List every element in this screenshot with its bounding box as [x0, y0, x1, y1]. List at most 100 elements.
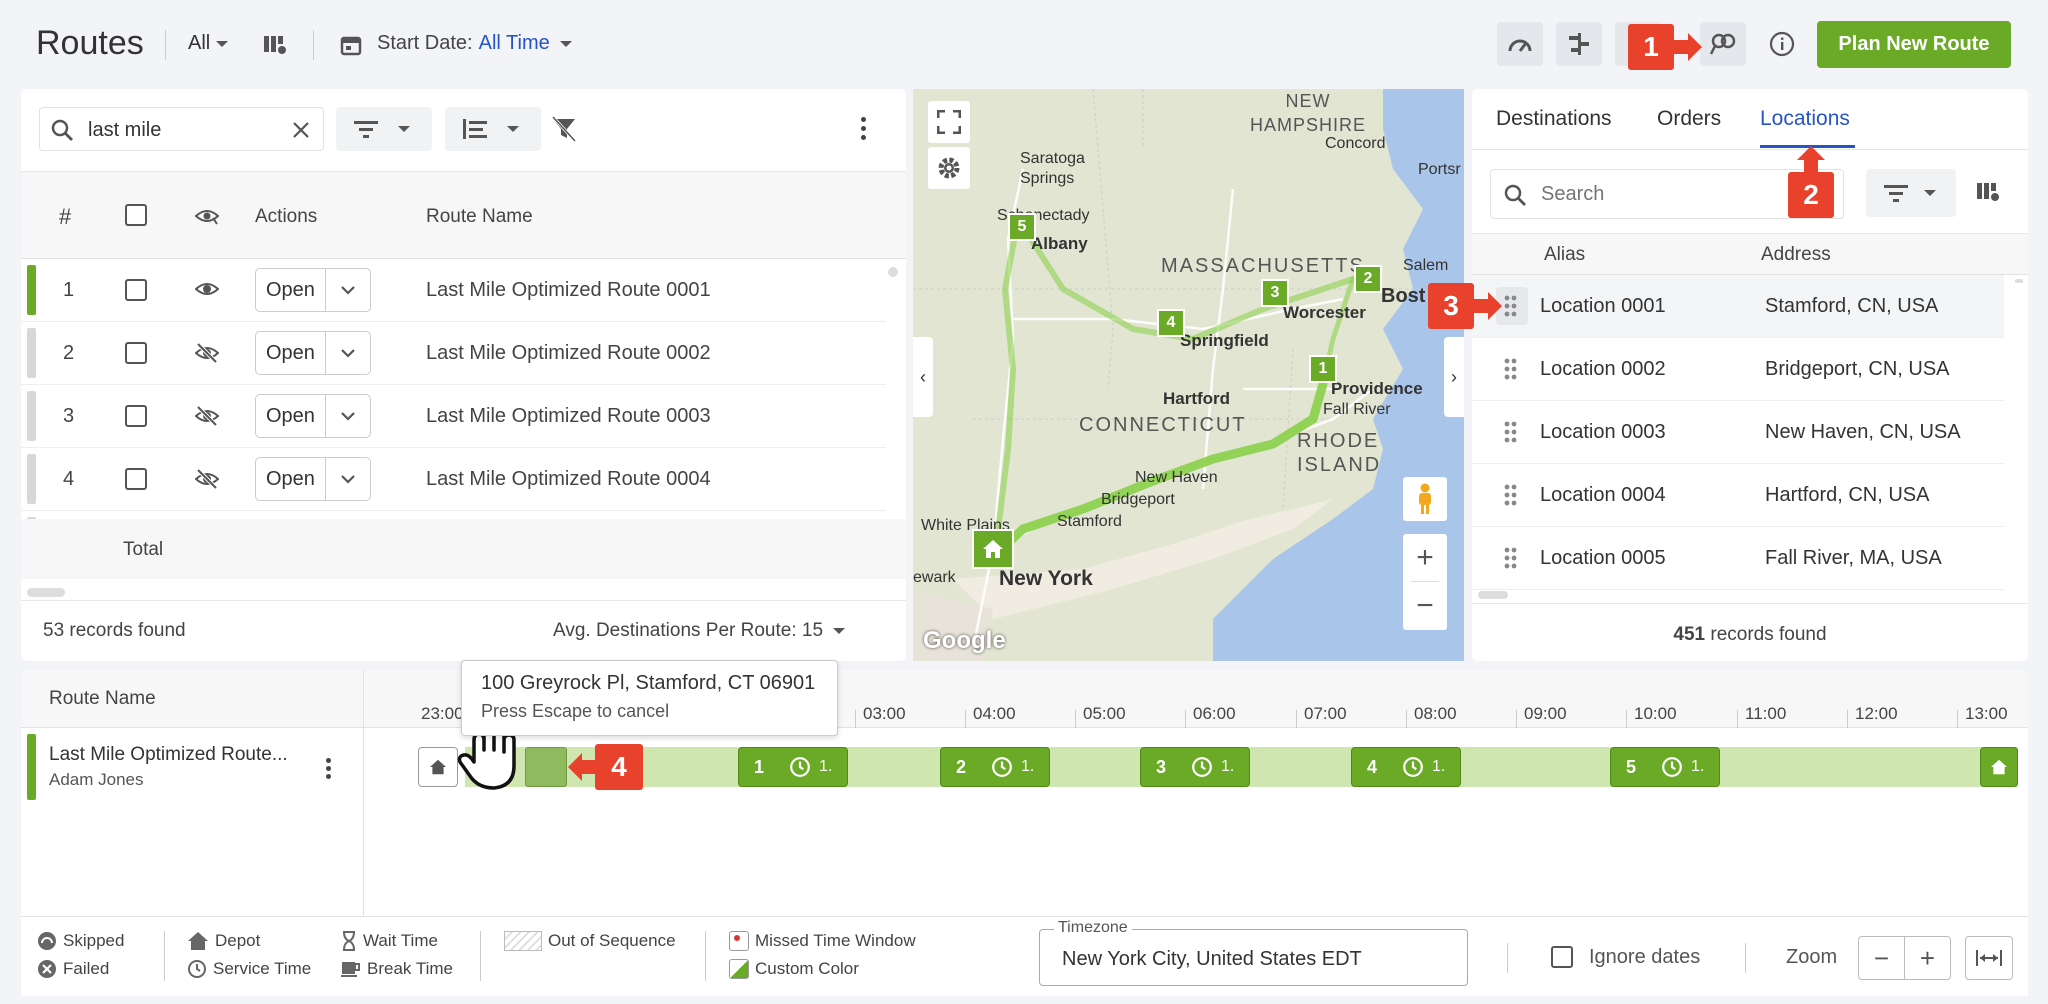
location-search-input[interactable] [1541, 180, 1741, 208]
clear-search-icon[interactable] [292, 121, 310, 139]
table-row[interactable]: 2 Open Last Mile Optimized Route 0002 [21, 322, 886, 385]
visibility-toggle-icon[interactable] [195, 206, 219, 226]
avg-destinations-dropdown[interactable]: Avg. Destinations Per Route: 15 [553, 620, 846, 642]
timeline-hours: 23:00 03:00 04:00 05:00 06:00 07:00 08:00 09:00… [21, 670, 2028, 728]
timeline-stop[interactable]: 2 1. [940, 747, 1050, 787]
drag-handle-icon[interactable] [1504, 484, 1518, 506]
map-marker-4[interactable]: 4 [1157, 309, 1185, 337]
locations-scrollbar-h[interactable] [1478, 591, 1508, 599]
table-row[interactable]: 4 Open Last Mile Optimized Route 0004 [21, 448, 886, 511]
routes-scrollbar-h[interactable] [27, 588, 65, 597]
street-view-button[interactable] [1403, 477, 1447, 521]
group-dropdown-button[interactable] [445, 107, 541, 151]
map-marker-5[interactable]: 5 [1008, 213, 1036, 241]
route-name[interactable]: Last Mile Optimized Route 0004 [426, 468, 711, 491]
tab-orders[interactable]: Orders [1657, 107, 1721, 131]
timeline-hour-label: 07:00 [1304, 704, 1347, 723]
route-name[interactable]: Last Mile Optimized Route 0001 [426, 279, 711, 302]
timeline-stop[interactable]: 4 1. [1351, 747, 1461, 787]
column-settings-icon[interactable] [1976, 181, 2000, 203]
timezone-field[interactable]: Timezone New York City, United States ED… [1039, 919, 1468, 986]
locations-pins-icon[interactable] [1700, 22, 1746, 66]
map-marker-1[interactable]: 1 [1309, 355, 1337, 383]
timeline-route-name[interactable]: Last Mile Optimized Route... [49, 744, 288, 766]
open-route-button[interactable]: Open [255, 268, 371, 312]
row-checkbox[interactable] [125, 405, 147, 427]
locations-scrollbar-v[interactable] [2015, 279, 2023, 283]
collapse-left-button[interactable]: ‹ [913, 337, 933, 417]
map-marker-2[interactable]: 2 [1354, 265, 1382, 293]
row-checkbox[interactable] [125, 342, 147, 364]
row-checkbox[interactable] [125, 468, 147, 490]
tab-locations[interactable]: Locations [1760, 107, 1850, 131]
open-route-button[interactable]: Open [255, 331, 371, 375]
timeline-zoom-out-button[interactable]: − [1858, 936, 1905, 980]
speedometer-icon[interactable] [1497, 22, 1543, 66]
route-search-box[interactable]: last mile [39, 107, 324, 151]
eye-off-icon[interactable] [194, 468, 220, 495]
location-filter-button[interactable] [1866, 169, 1956, 217]
more-options-icon[interactable] [861, 117, 867, 141]
timeline-start-depot[interactable] [418, 747, 458, 787]
route-editor-icon[interactable] [1556, 22, 1602, 66]
map-label-new-york: New York [999, 567, 1093, 590]
list-item[interactable]: Location 0003 New Haven, CN, USA [1472, 401, 2004, 464]
eye-off-icon[interactable] [194, 405, 220, 432]
open-route-button[interactable]: Open [255, 457, 371, 501]
map-zoom-out-button[interactable]: − [1403, 582, 1447, 629]
timeline-stop[interactable]: 5 1. [1610, 747, 1720, 787]
location-alias: Location 0001 [1540, 295, 1666, 317]
drag-handle-icon[interactable] [1504, 295, 1518, 317]
more-options-icon[interactable] [326, 758, 332, 782]
info-icon[interactable] [1760, 22, 1804, 66]
plan-new-route-button[interactable]: Plan New Route [1817, 21, 2011, 68]
route-search-input[interactable]: last mile [88, 119, 161, 142]
open-route-button[interactable]: Open [255, 394, 371, 438]
callout-badge-4: 4 [595, 744, 643, 790]
map-zoom-in-button[interactable]: + [1403, 534, 1447, 581]
chevron-down-icon[interactable] [326, 348, 370, 358]
timeline-stop[interactable]: 3 1. [1140, 747, 1250, 787]
timeline-stop[interactable]: 1 1. [738, 747, 848, 787]
route-name[interactable]: Last Mile Optimized Route 0002 [426, 342, 711, 365]
drag-handle-icon[interactable] [1504, 421, 1518, 443]
map-label-newark: ewark [913, 569, 956, 586]
chevron-down-icon[interactable] [326, 474, 370, 484]
eye-off-icon[interactable] [194, 342, 220, 369]
ignore-dates-checkbox[interactable] [1551, 946, 1573, 968]
stop-number: 1 [753, 756, 764, 777]
map-marker-3[interactable]: 3 [1261, 279, 1289, 307]
map-view[interactable]: NEW HAMPSHIRE Concord Portsr Saratoga Sp… [913, 89, 1464, 661]
fit-to-width-button[interactable] [1965, 936, 2013, 980]
open-label: Open [256, 458, 326, 500]
select-all-checkbox[interactable] [125, 204, 147, 226]
list-item[interactable]: Location 0005 Fall River, MA, USA [1472, 527, 2004, 590]
route-name[interactable]: Last Mile Optimized Route 0003 [426, 405, 711, 428]
collapse-right-button[interactable]: › [1444, 337, 1464, 417]
column-settings-icon[interactable] [260, 30, 290, 60]
list-item[interactable]: Location 0001 Stamford, CN, USA [1472, 275, 2004, 338]
drag-handle-icon[interactable] [1504, 547, 1518, 569]
routes-scrollbar-v[interactable] [888, 267, 898, 277]
filter-dropdown-button[interactable] [336, 107, 432, 151]
map-settings-button[interactable] [928, 147, 970, 189]
timeline-zoom-in-button[interactable]: + [1904, 936, 1951, 980]
map-fullscreen-button[interactable] [928, 101, 970, 143]
list-item[interactable]: Location 0002 Bridgeport, CN, USA [1472, 338, 2004, 401]
start-date-dropdown[interactable]: Start Date: All Time [377, 32, 572, 55]
timeline-drop-placeholder[interactable] [525, 747, 567, 787]
table-row[interactable]: 1 Open Last Mile Optimized Route 0001 [21, 259, 886, 322]
timeline-end-depot[interactable] [1980, 747, 2018, 787]
chevron-down-icon[interactable] [326, 411, 370, 421]
clear-filters-icon[interactable] [551, 116, 577, 142]
drag-handle-icon[interactable] [1504, 358, 1518, 380]
callout-badge-1: 1 [1628, 24, 1674, 70]
eye-icon[interactable] [194, 280, 220, 304]
filter-all-dropdown[interactable]: All [188, 32, 229, 55]
chevron-down-icon[interactable] [326, 285, 370, 295]
table-row[interactable]: 3 Open Last Mile Optimized Route 0003 [21, 385, 886, 448]
row-checkbox[interactable] [125, 279, 147, 301]
list-item[interactable]: Location 0004 Hartford, CN, USA [1472, 464, 2004, 527]
map-depot-marker[interactable] [972, 529, 1014, 569]
tab-destinations[interactable]: Destinations [1496, 107, 1612, 131]
